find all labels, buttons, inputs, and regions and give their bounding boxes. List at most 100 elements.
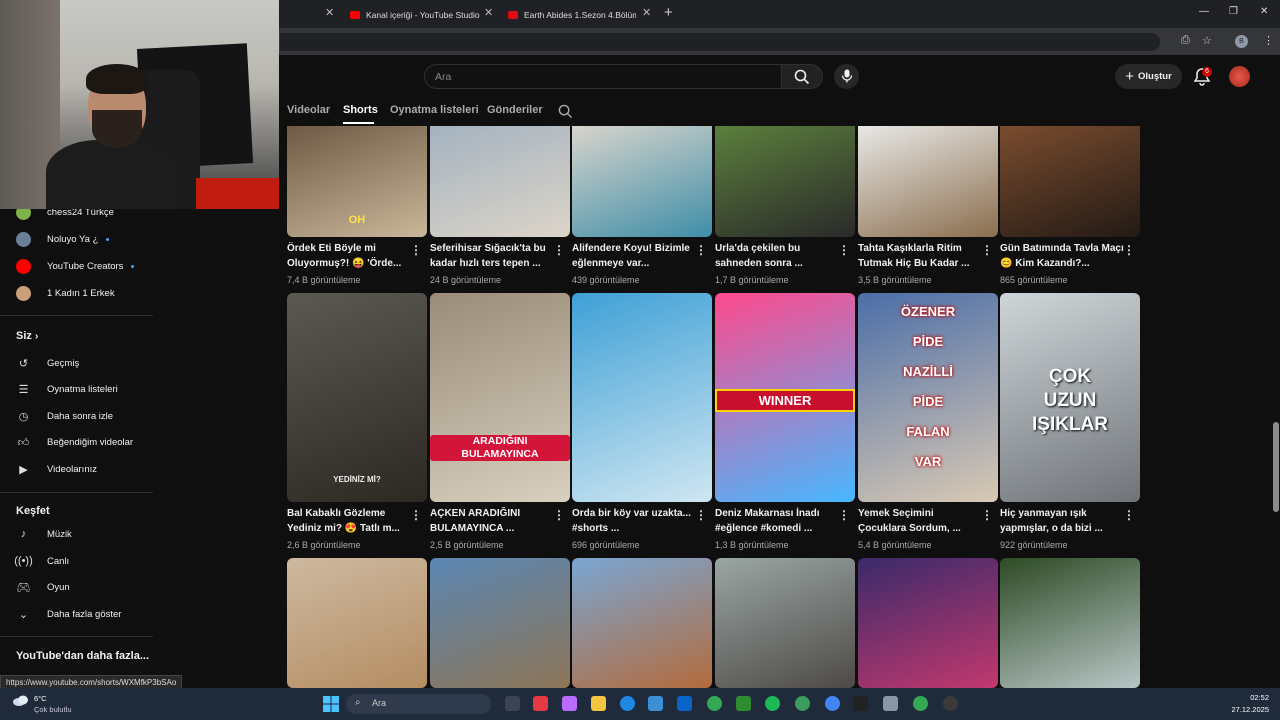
more-options-icon[interactable]: ⋮ xyxy=(838,243,850,257)
short-title[interactable]: Hiç yanmayan ışık yapmışlar, o da bizi .… xyxy=(1000,507,1126,536)
taskbar-time[interactable]: 02:52 xyxy=(1229,693,1269,702)
tab-playlists[interactable]: Oynatma listeleri xyxy=(390,104,479,120)
taskbar-search-input[interactable]: ⌕ Ara xyxy=(346,694,491,714)
sidebar-you-header[interactable]: Siz › xyxy=(16,330,38,342)
short-thumbnail[interactable] xyxy=(1000,558,1140,688)
restore-icon[interactable]: ❐ xyxy=(1229,6,1238,17)
more-options-icon[interactable]: ⋮ xyxy=(695,243,707,257)
chrome-active-icon[interactable] xyxy=(825,696,840,711)
search-input[interactable]: Ara xyxy=(424,64,782,89)
chrome-icon[interactable] xyxy=(707,696,722,711)
short-title[interactable]: Ördek Eti Böyle mi Oluyormuş?! 😝 'Örde..… xyxy=(287,242,413,271)
more-options-icon[interactable]: ⋮ xyxy=(410,508,422,522)
close-tab-icon[interactable]: ✕ xyxy=(642,6,651,19)
short-title[interactable]: Bal Kabaklı Gözleme Yediniz mi? 😍 Tatlı … xyxy=(287,507,413,536)
short-thumbnail[interactable]: ÖZENER PİDE NAZİLLİ PİDE FALAN VAR xyxy=(858,293,998,502)
sidebar-item-subscription[interactable]: 1 Kadın 1 Erkek xyxy=(16,284,115,302)
sidebar-item-liked-videos[interactable]: 👍︎ Beğendiğim videolar xyxy=(16,433,133,451)
short-title[interactable]: Deniz Makarnası İnadı #eğlence #komedi .… xyxy=(715,507,841,536)
short-thumbnail[interactable]: OH xyxy=(287,126,427,237)
short-thumbnail[interactable] xyxy=(572,293,712,502)
short-thumbnail[interactable]: WINNER xyxy=(715,293,855,502)
sidebar-item-show-more[interactable]: ⌄ Daha fazla göster xyxy=(16,605,122,623)
copilot-icon[interactable] xyxy=(562,696,577,711)
install-app-icon[interactable]: ⎙ xyxy=(1181,34,1190,47)
browser-tab[interactable]: Earth Abides 1.Sezon 4.Bölüm xyxy=(508,4,636,26)
sidebar-item-your-videos[interactable]: ▶ Videolarınız xyxy=(16,460,97,478)
more-options-icon[interactable]: ⋮ xyxy=(410,243,422,257)
more-options-icon[interactable]: ⋮ xyxy=(838,508,850,522)
sidebar-item-gaming[interactable]: 🎮︎ Oyun xyxy=(16,578,70,596)
short-thumbnail[interactable] xyxy=(430,558,570,688)
short-thumbnail[interactable] xyxy=(715,126,855,237)
tab-posts[interactable]: Gönderiler xyxy=(487,104,543,120)
voice-search-button[interactable] xyxy=(834,64,859,89)
sidebar-item-music[interactable]: ♪ Müzik xyxy=(16,525,72,543)
create-button[interactable]: + Oluştur xyxy=(1115,64,1182,89)
outlook-icon[interactable] xyxy=(677,696,692,711)
capcut-icon[interactable] xyxy=(853,696,868,711)
sidebar-item-history[interactable]: ↺ Geçmiş xyxy=(16,354,79,372)
short-thumbnail[interactable]: YEDİNİZ Mİ? xyxy=(287,293,427,502)
obs-icon[interactable] xyxy=(943,696,958,711)
cloud-weather-icon[interactable] xyxy=(12,693,30,707)
short-thumbnail[interactable] xyxy=(572,126,712,237)
account-avatar[interactable] xyxy=(1229,66,1250,87)
short-thumbnail[interactable]: ARADIĞINI BULAMAYINCA xyxy=(430,293,570,502)
more-options-icon[interactable]: ⋮ xyxy=(695,508,707,522)
weather-temperature[interactable]: 6°C xyxy=(34,694,47,703)
short-thumbnail[interactable]: ÇOK UZUN IŞIKLAR xyxy=(1000,293,1140,502)
store-icon[interactable] xyxy=(648,696,663,711)
file-explorer-icon[interactable] xyxy=(591,696,606,711)
short-thumbnail[interactable] xyxy=(287,558,427,688)
close-tab-icon[interactable]: ✕ xyxy=(325,6,334,19)
close-tab-icon[interactable]: ✕ xyxy=(484,6,493,19)
short-title[interactable]: Tahta Kaşıklarla Ritim Tutmak Hiç Bu Kad… xyxy=(858,242,984,271)
more-options-icon[interactable]: ⋮ xyxy=(1123,243,1135,257)
scrollbar-thumb[interactable] xyxy=(1273,422,1279,512)
spotify-icon[interactable] xyxy=(765,696,780,711)
sidebar-item-subscription[interactable]: Noluyo Ya ¿ xyxy=(16,230,110,248)
sidebar-item-playlists[interactable]: ☰ Oynatma listeleri xyxy=(16,380,118,398)
bookmark-star-icon[interactable]: ☆ xyxy=(1202,34,1212,47)
windows-start-icon[interactable] xyxy=(323,696,339,712)
taskbar-date[interactable]: 27.12.2025 xyxy=(1222,705,1269,714)
sidebar-item-live[interactable]: ((•)) Canlı xyxy=(14,552,69,570)
edge-icon[interactable] xyxy=(620,696,635,711)
browser-tab[interactable]: Kanal içeriği - YouTube Studio xyxy=(350,4,480,26)
task-view-icon[interactable] xyxy=(505,696,520,711)
sidebar-item-watch-later[interactable]: ◷ Daha sonra izle xyxy=(16,407,113,425)
omnibox[interactable] xyxy=(280,33,1160,51)
tab-shorts[interactable]: Shorts xyxy=(343,104,378,120)
close-window-icon[interactable]: ✕ xyxy=(1260,6,1268,17)
sidebar-item-subscription[interactable]: YouTube Creators xyxy=(16,257,135,275)
tab-videos[interactable]: Videolar xyxy=(287,104,330,120)
search-button[interactable] xyxy=(781,64,823,89)
xbox-icon[interactable] xyxy=(736,696,751,711)
short-title[interactable]: Seferihisar Sığacık'ta bu kadar hızlı te… xyxy=(430,242,556,271)
more-options-icon[interactable]: ⋮ xyxy=(981,508,993,522)
scrollbar-track[interactable] xyxy=(1272,56,1280,688)
short-thumbnail[interactable] xyxy=(858,126,998,237)
more-options-icon[interactable]: ⋮ xyxy=(981,243,993,257)
more-options-icon[interactable]: ⋮ xyxy=(553,508,565,522)
plus-icon[interactable]: + xyxy=(664,4,673,21)
short-title[interactable]: Alifendere Koyu! Bizimle eğlenmeye var..… xyxy=(572,242,698,271)
more-options-icon[interactable]: ⋮ xyxy=(1123,508,1135,522)
short-title[interactable]: Orda bir köy var uzakta... #shorts ... xyxy=(572,507,698,536)
settings-icon[interactable] xyxy=(883,696,898,711)
chrome-profile-icon[interactable] xyxy=(795,696,810,711)
browser-menu-icon[interactable]: ⋮ xyxy=(1263,34,1274,47)
chrome-alt-icon[interactable] xyxy=(913,696,928,711)
channel-search-icon[interactable] xyxy=(558,104,573,119)
minimize-icon[interactable]: — xyxy=(1199,6,1209,17)
app-icon[interactable] xyxy=(533,696,548,711)
short-thumbnail[interactable] xyxy=(1000,126,1140,237)
short-thumbnail[interactable] xyxy=(572,558,712,688)
more-options-icon[interactable]: ⋮ xyxy=(553,243,565,257)
profile-avatar[interactable]: B xyxy=(1235,35,1248,48)
short-title[interactable]: Gün Batımında Tavla Maçı 😊 Kim Kazandı?.… xyxy=(1000,242,1126,271)
short-thumbnail[interactable] xyxy=(430,126,570,237)
short-title[interactable]: Yemek Seçimini Çocuklara Sordum, ... xyxy=(858,507,984,536)
short-title[interactable]: AÇKEN ARADIĞINI BULAMAYINCA ... xyxy=(430,507,556,536)
